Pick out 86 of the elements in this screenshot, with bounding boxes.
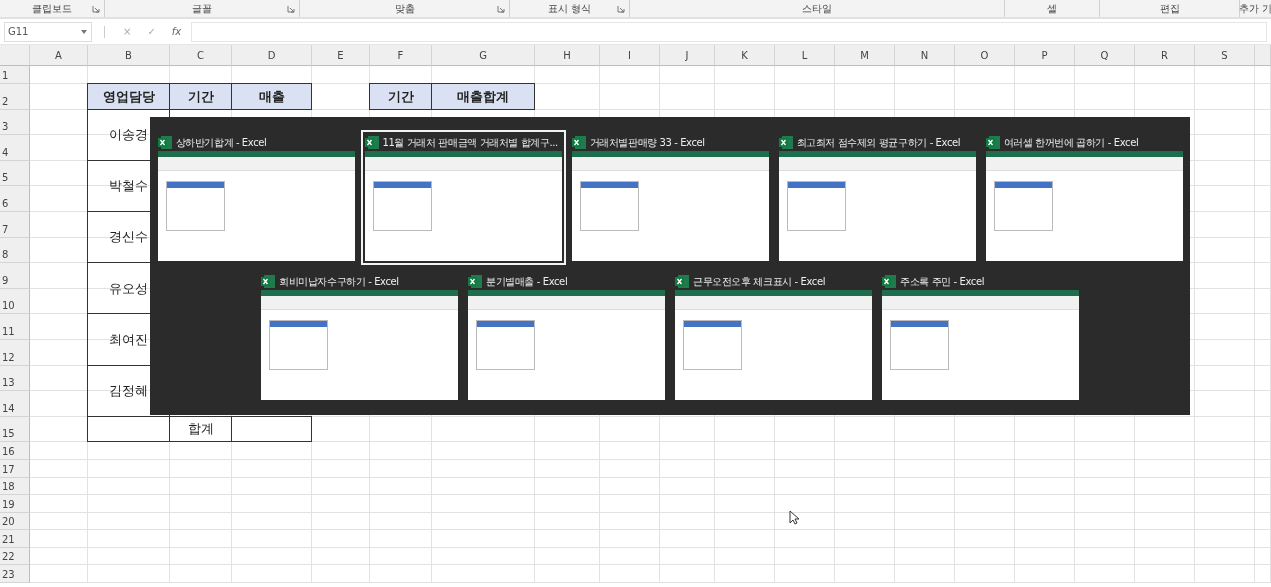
spreadsheet-app-icon — [157, 136, 172, 149]
row-header[interactable]: 6 — [0, 186, 30, 212]
window-thumbnail[interactable]: 거래처별판매량 33 - Excel — [567, 130, 773, 265]
column-header[interactable]: H — [535, 45, 600, 66]
column-heading-cell: 매출 — [231, 83, 312, 110]
ribbon-group-label: 글꼴 — [192, 2, 212, 16]
column-header[interactable]: D — [232, 45, 312, 66]
dialog-launcher-icon[interactable] — [617, 5, 625, 13]
column-header[interactable]: O — [955, 45, 1015, 66]
ribbon-group-label: 셀 — [1047, 2, 1057, 16]
column-heading-cell: 매출합계 — [431, 83, 535, 110]
column-header[interactable]: C — [170, 45, 232, 66]
dialog-launcher-icon[interactable] — [287, 5, 295, 13]
row-header[interactable]: 10 — [0, 288, 30, 315]
row-header[interactable]: 4 — [0, 135, 30, 161]
row-header[interactable]: 8 — [0, 237, 30, 264]
column-header[interactable]: B — [88, 45, 170, 66]
column-header[interactable]: E — [312, 45, 370, 66]
row-header[interactable]: 3 — [0, 109, 30, 136]
row-header[interactable]: 13 — [0, 365, 30, 392]
window-title: 여러셀 한꺼번에 곱하기 - Excel — [1003, 136, 1139, 150]
spreadsheet-app-icon — [882, 275, 896, 288]
formula-bar-button[interactable]: fx — [165, 24, 188, 39]
window-title: 11월 거래처 판매금액 거래처별 합계구... — [382, 136, 558, 150]
column-header[interactable]: M — [835, 45, 895, 66]
dialog-launcher-icon[interactable] — [497, 5, 505, 13]
spreadsheet-app-icon — [261, 275, 275, 288]
column-header[interactable]: A — [30, 45, 88, 66]
column-header[interactable]: F — [370, 45, 432, 66]
ribbon-group-label: 스타일 — [802, 2, 832, 16]
row-header[interactable]: 21 — [0, 530, 30, 548]
row-header[interactable]: 14 — [0, 391, 30, 417]
window-thumbnail[interactable]: 주소록 주민 - Excel — [878, 269, 1083, 404]
column-header[interactable]: R — [1135, 45, 1195, 66]
spreadsheet-app-icon — [364, 136, 379, 149]
dialog-launcher-icon[interactable] — [92, 5, 100, 13]
ribbon-group-label: 클립보드 — [32, 2, 72, 16]
window-thumbnail[interactable]: 분기별매출 - Excel — [464, 269, 669, 404]
window-thumbnail[interactable]: 최고최저 점수제외 평균구하기 - Excel — [774, 130, 980, 265]
column-heading-cell: 영업담당 — [87, 83, 170, 110]
spreadsheet-app-icon — [468, 275, 482, 288]
row-header[interactable]: 2 — [0, 84, 30, 110]
spreadsheet-app-icon — [985, 136, 1000, 149]
spreadsheet-app-icon — [778, 136, 793, 149]
row-header[interactable]: 15 — [0, 416, 30, 443]
window-thumbnail[interactable]: 여러셀 한꺼번에 곱하기 - Excel — [981, 130, 1187, 265]
row-header[interactable]: 9 — [0, 263, 30, 289]
ribbon-group-label: 편집 — [1159, 2, 1180, 16]
window-thumbnail[interactable]: 11월 거래처 판매금액 거래처별 합계구... — [360, 130, 566, 265]
window-thumbnail[interactable]: 회비미납자수구하기 - Excel — [257, 269, 462, 404]
row-header[interactable]: 16 — [0, 442, 30, 460]
column-header[interactable]: L — [775, 45, 835, 66]
column-header[interactable]: N — [895, 45, 955, 66]
column-header[interactable]: K — [715, 45, 775, 66]
window-title: 최고최저 점수제외 평균구하기 - Excel — [796, 136, 961, 150]
formula-input[interactable] — [191, 21, 1267, 42]
column-header[interactable]: J — [660, 45, 715, 66]
ribbon-group-label: 추가 기 — [1238, 2, 1271, 16]
row-header[interactable]: 5 — [0, 160, 30, 187]
row-header[interactable]: 7 — [0, 211, 30, 238]
name-box[interactable]: G11 — [4, 21, 92, 42]
column-header[interactable]: P — [1015, 45, 1075, 66]
dropdown-caret-icon[interactable] — [81, 29, 87, 34]
spreadsheet-app-icon — [675, 275, 689, 288]
row-header[interactable]: 11 — [0, 314, 30, 340]
window-title: 거래처별판매량 33 - Excel — [589, 136, 705, 150]
window-title: 근무오전오후 체크표시 - Excel — [693, 275, 826, 289]
row-header[interactable]: 1 — [0, 66, 30, 84]
window-title: 회비미납자수구하기 - Excel — [279, 275, 399, 289]
column-heading-cell: 기간 — [369, 83, 432, 110]
column-header[interactable]: S — [1195, 45, 1255, 66]
window-title: 분기별매출 - Excel — [486, 275, 568, 289]
column-header[interactable]: G — [432, 45, 535, 66]
window-thumbnail[interactable]: 근무오전오후 체크표시 - Excel — [671, 269, 876, 404]
column-heading-cell: 기간 — [169, 83, 232, 110]
window-title: 상하반기합계 - Excel — [175, 136, 267, 150]
column-header[interactable]: Q — [1075, 45, 1135, 66]
row-header[interactable]: 19 — [0, 495, 30, 513]
ribbon-group-label: 표시 형식 — [547, 2, 592, 16]
row-header[interactable]: 23 — [0, 565, 30, 584]
ribbon-group-label: 맞춤 — [394, 2, 415, 16]
column-header[interactable]: I — [600, 45, 660, 66]
mouse-pointer-icon — [788, 509, 800, 526]
row-header[interactable]: 12 — [0, 339, 30, 366]
window-title: 주소록 주민 - Excel — [900, 275, 985, 289]
spreadsheet-app-icon — [571, 136, 586, 149]
